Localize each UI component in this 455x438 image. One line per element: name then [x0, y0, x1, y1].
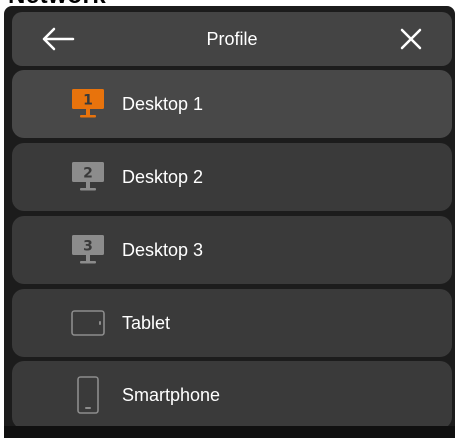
monitor-badge: 1	[83, 93, 93, 109]
header-title: Profile	[206, 28, 258, 49]
tablet-icon	[68, 305, 108, 341]
close-button[interactable]	[396, 24, 426, 54]
monitor-badge: 3	[83, 239, 93, 255]
monitor-icon: 2	[68, 159, 108, 195]
profile-item-label: Desktop 3	[122, 239, 204, 260]
close-icon	[400, 28, 422, 50]
monitor-icon: 1	[68, 86, 108, 122]
profile-item-desktop-1[interactable]: 1 Desktop 1	[12, 70, 452, 138]
arrow-left-icon	[42, 27, 75, 51]
profile-item-label: Desktop 2	[122, 166, 204, 187]
profile-header: Profile	[12, 12, 452, 66]
panel-bottom-edge	[4, 426, 455, 438]
monitor-badge: 2	[83, 166, 93, 182]
monitor-icon: 3	[68, 232, 108, 268]
smartphone-icon	[68, 376, 108, 414]
profile-item-smartphone[interactable]: Smartphone	[12, 361, 452, 429]
profile-item-label: Smartphone	[122, 384, 221, 405]
profile-item-tablet[interactable]: Tablet	[12, 289, 452, 357]
profile-item-desktop-2[interactable]: 2 Desktop 2	[12, 143, 452, 211]
profile-item-label: Tablet	[122, 312, 171, 333]
profile-item-label: Desktop 1	[122, 93, 204, 114]
back-button[interactable]	[38, 24, 78, 54]
profile-item-desktop-3[interactable]: 3 Desktop 3	[12, 216, 452, 284]
